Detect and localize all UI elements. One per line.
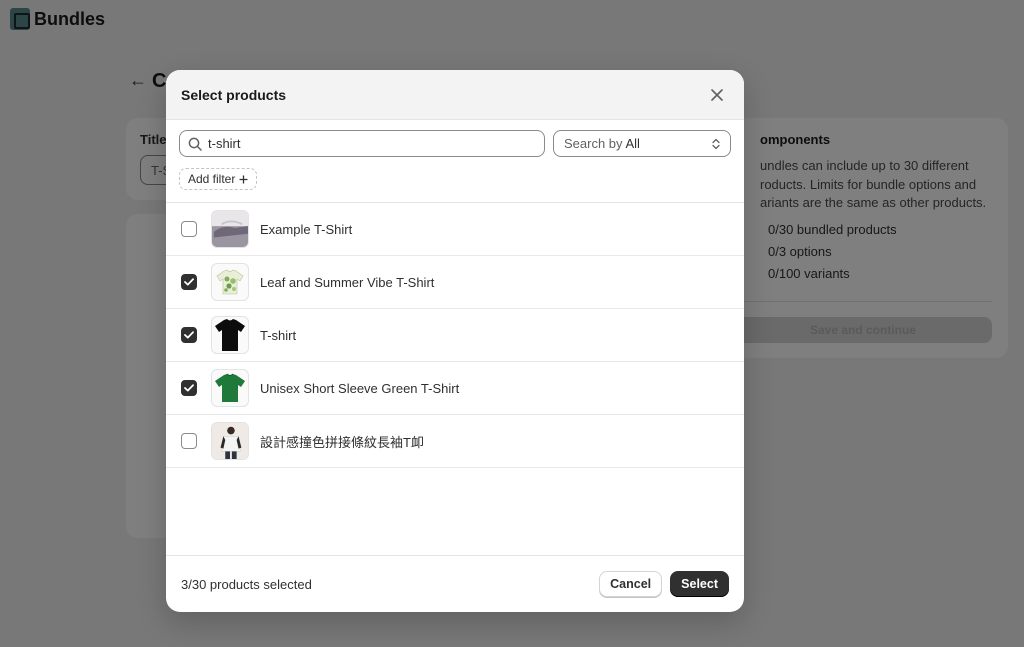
leaf-tshirt-image <box>216 269 244 295</box>
product-row[interactable]: Example T-Shirt <box>166 203 744 256</box>
modal-footer: 3/30 products selected Cancel Select <box>166 555 744 612</box>
checkmark-icon <box>184 384 194 392</box>
plus-icon <box>239 175 248 183</box>
search-by-value: All <box>625 136 640 151</box>
product-checkbox[interactable] <box>181 327 197 343</box>
product-name: 設計感撞色拼接條紋長袖T卹 <box>260 434 424 450</box>
close-icon <box>711 88 723 101</box>
product-thumbnail <box>211 316 249 354</box>
modal-header: Select products <box>166 70 744 120</box>
search-by-text: Search by All <box>564 136 640 151</box>
cancel-button[interactable]: Cancel <box>599 571 663 597</box>
search-row: Search by All <box>166 120 744 157</box>
search-input[interactable] <box>208 136 536 151</box>
select-chevrons-icon <box>712 138 720 149</box>
product-checkbox[interactable] <box>181 221 197 237</box>
person-photo-image <box>212 423 248 459</box>
search-by-prefix: Search by <box>564 136 623 151</box>
product-name: Unisex Short Sleeve Green T-Shirt <box>260 380 460 396</box>
product-row[interactable]: 設計感撞色拼接條紋長袖T卹 <box>166 415 744 468</box>
checkmark-icon <box>184 278 194 286</box>
product-row[interactable]: T-shirt <box>166 309 744 362</box>
product-thumbnail <box>211 422 249 460</box>
checkmark-icon <box>184 331 194 339</box>
product-name: T-shirt <box>260 327 297 343</box>
gray-tshirt-image <box>212 211 248 247</box>
product-row[interactable]: Unisex Short Sleeve Green T-Shirt <box>166 362 744 415</box>
selected-count: 3/30 products selected <box>181 576 312 592</box>
filter-row: Add filter <box>166 157 744 202</box>
search-by-select[interactable]: Search by All <box>553 130 731 157</box>
product-checkbox[interactable] <box>181 380 197 396</box>
footer-actions: Cancel Select <box>599 571 729 597</box>
product-name: Leaf and Summer Vibe T-Shirt <box>260 274 435 290</box>
search-icon <box>188 137 202 151</box>
green-tshirt-image <box>215 373 245 402</box>
product-list: Example T-Shirt Leaf and Summer Vibe T-S… <box>166 202 744 468</box>
modal-title: Select products <box>181 86 287 103</box>
select-button[interactable]: Select <box>670 571 729 597</box>
product-checkbox[interactable] <box>181 274 197 290</box>
add-filter-button[interactable]: Add filter <box>179 168 258 190</box>
product-thumbnail <box>211 210 249 248</box>
product-row[interactable]: Leaf and Summer Vibe T-Shirt <box>166 256 744 309</box>
product-checkbox[interactable] <box>181 433 197 449</box>
black-tshirt-image <box>215 319 245 351</box>
product-thumbnail <box>211 263 249 301</box>
search-box[interactable] <box>179 130 545 157</box>
product-thumbnail <box>211 369 249 407</box>
add-filter-label: Add filter <box>188 172 236 186</box>
select-products-modal: Select products Search by All Add filter… <box>166 70 744 612</box>
close-button[interactable] <box>705 83 729 107</box>
product-name: Example T-Shirt <box>260 221 353 237</box>
